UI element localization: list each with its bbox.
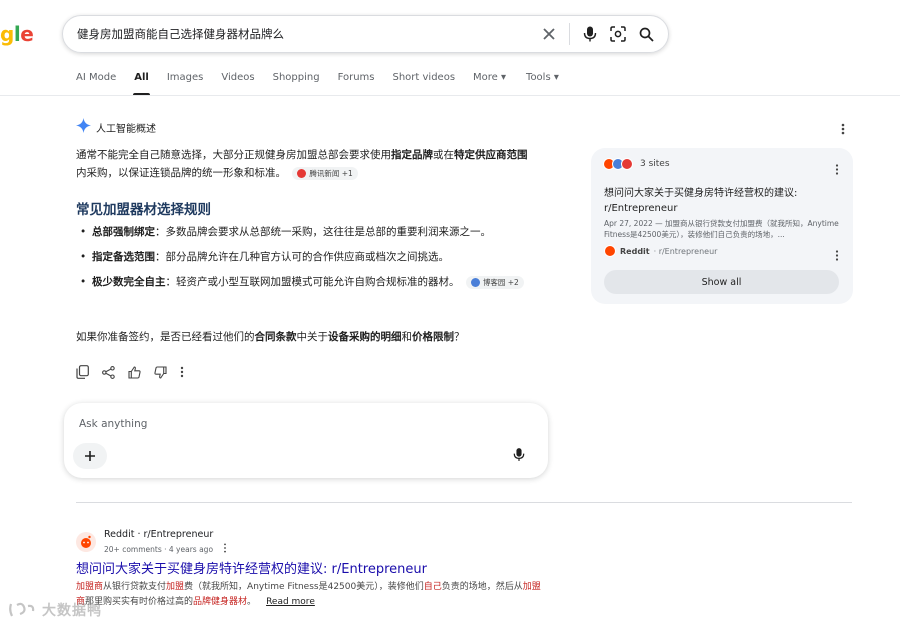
sources-count: 3 sites	[640, 159, 670, 169]
thumbs-up-icon[interactable]	[128, 363, 154, 381]
result-snippet: 加盟商从银行贷款支付加盟费（就我所知，Anytime Fitness是42500…	[76, 582, 541, 607]
section-heading: 常见加盟器材选择规则	[76, 202, 211, 218]
thumbs-down-icon[interactable]	[154, 363, 180, 381]
microphone-icon[interactable]	[513, 447, 525, 466]
search-divider	[569, 23, 570, 45]
reddit-icon	[76, 532, 96, 552]
tab-tools[interactable]: Tools ▾	[526, 72, 559, 94]
ai-overview-paragraph: 通常不能完全自己随意选择，大部分正规健身房加盟总部会要求使用指定品牌或在特定供应…	[76, 149, 528, 180]
tab-shopping[interactable]: Shopping	[273, 72, 320, 94]
search-bar[interactable]: 健身房加盟商能自己选择健身器材品牌么	[62, 15, 669, 53]
list-item: 极少数完全自主：轻资产或小型互联网加盟模式可能允许自购合规标准的器材。 博客园 …	[80, 274, 550, 291]
ask-input[interactable]: Ask anything	[79, 418, 147, 430]
result-title-link[interactable]: 想问问大家关于买健身房特许经营权的建议: r/Entrepreneur	[76, 558, 427, 577]
more-options-icon[interactable]	[835, 160, 839, 179]
section-divider	[76, 502, 852, 503]
search-icon[interactable]	[632, 20, 660, 48]
source-chip-cnblogs[interactable]: 博客园 +2	[465, 275, 524, 289]
list-item: 指定备选范围：部分品牌允许在几种官方认可的合作供应商或档次之间挑选。	[80, 249, 550, 266]
sources-header[interactable]: 3 sites	[603, 158, 670, 170]
copy-icon[interactable]	[76, 363, 102, 381]
google-logo[interactable]: gle	[0, 22, 34, 46]
tab-ai-mode[interactable]: AI Mode	[76, 72, 116, 94]
cnblogs-icon	[470, 277, 480, 287]
tab-short-videos[interactable]: Short videos	[392, 72, 455, 94]
sources-panel: 3 sites 想问问大家关于买健身房特许经营权的建议: r/Entrepren…	[591, 148, 853, 304]
more-options-icon[interactable]	[223, 543, 227, 555]
read-more-link[interactable]: Read more	[266, 597, 315, 607]
clear-icon[interactable]	[535, 20, 563, 48]
rules-list: 总部强制绑定：多数品牌会要求从总部统一采购，这往往是总部的重要利润来源之一。 指…	[80, 224, 550, 299]
ai-overview-actions	[76, 363, 206, 381]
add-button[interactable]	[73, 443, 107, 469]
result-site-name[interactable]: Reddit · r/Entrepreneur	[104, 529, 213, 540]
show-all-button[interactable]: Show all	[604, 270, 839, 294]
sparkle-icon	[76, 118, 91, 136]
watermark: 大数据鸭	[8, 600, 102, 620]
tab-all[interactable]: All	[133, 72, 150, 96]
header-divider	[0, 95, 900, 96]
lens-icon[interactable]	[604, 20, 632, 48]
site-favicon	[621, 158, 633, 170]
reddit-icon	[604, 245, 616, 257]
source-chip-tencent[interactable]: 腾讯新闻 +1	[292, 166, 358, 180]
search-input[interactable]: 健身房加盟商能自己选择健身器材品牌么	[77, 26, 535, 42]
tab-more[interactable]: More ▾	[473, 72, 506, 94]
follow-up-question: 如果你准备签约，是否已经看过他们的合同条款中关于设备采购的明细和价格限制？	[76, 331, 465, 343]
list-item: 总部强制绑定：多数品牌会要求从总部统一采购，这往往是总部的重要利润来源之一。	[80, 224, 550, 241]
source-card-snippet: Apr 27, 2022 — 加盟商从银行贷款支付加盟费（就我所知，Anytim…	[604, 219, 839, 239]
more-options-icon[interactable]	[841, 120, 845, 139]
source-card-site: Reddit · r/Entrepreneur	[604, 245, 717, 257]
ai-overview-header: 人工智能概述	[76, 118, 156, 136]
result-meta: 20+ comments · 4 years ago	[104, 543, 227, 555]
more-options-icon[interactable]	[835, 246, 839, 265]
tab-forums[interactable]: Forums	[338, 72, 375, 94]
ai-overview-label: 人工智能概述	[96, 123, 156, 135]
plus-icon	[85, 451, 95, 461]
microphone-icon[interactable]	[576, 20, 604, 48]
ask-box[interactable]: Ask anything	[64, 403, 548, 478]
search-tabs: AI Mode All Images Videos Shopping Forum…	[76, 72, 577, 96]
more-options-icon[interactable]	[180, 363, 206, 381]
tab-videos[interactable]: Videos	[221, 72, 254, 94]
watermark-logo-icon	[9, 602, 35, 617]
tab-images[interactable]: Images	[167, 72, 204, 94]
share-icon[interactable]	[102, 363, 128, 381]
source-card-title[interactable]: 想问问大家关于买健身房特许经营权的建议: r/Entrepreneur	[604, 186, 834, 216]
tencent-news-icon	[297, 168, 307, 178]
